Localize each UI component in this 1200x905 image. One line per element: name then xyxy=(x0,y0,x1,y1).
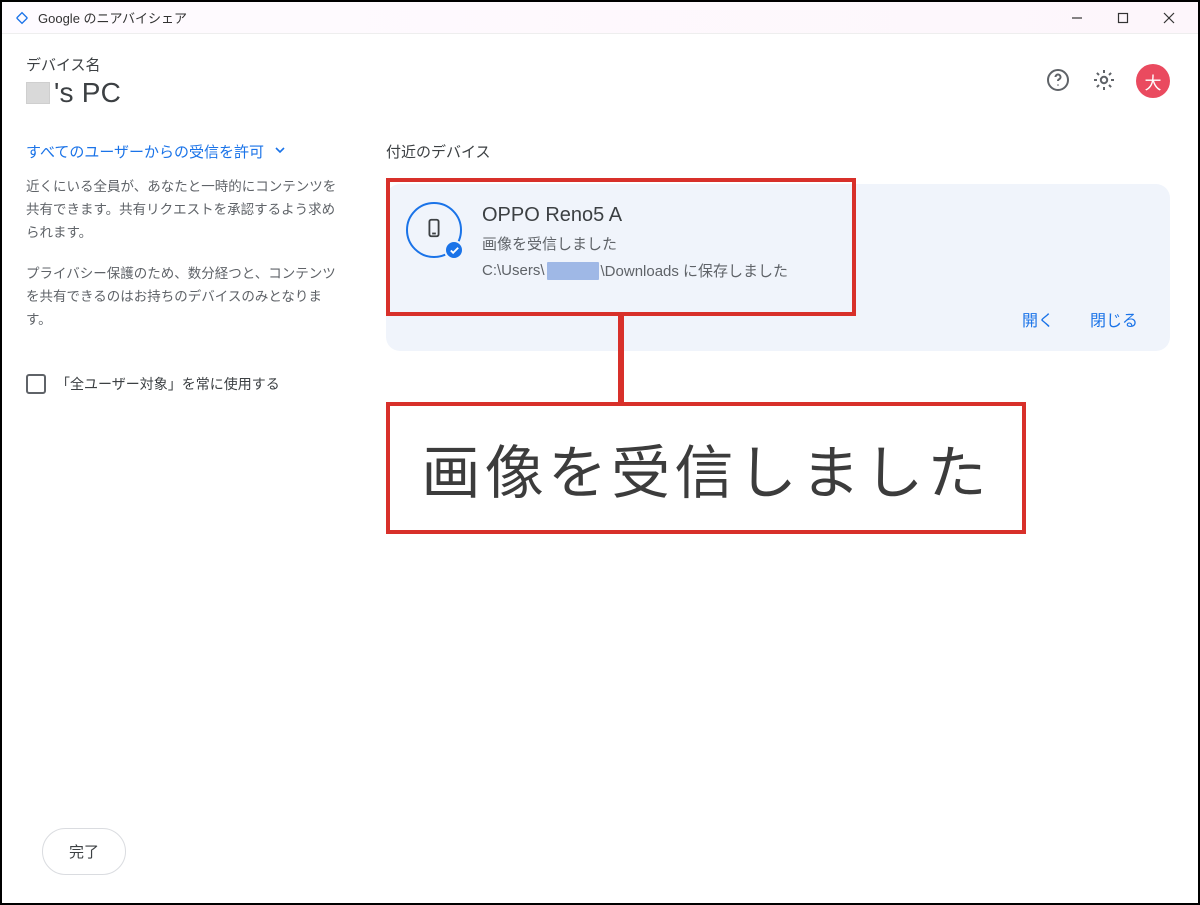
path-prefix: C:\Users\ xyxy=(482,262,545,279)
chevron-down-icon xyxy=(274,143,286,160)
redacted-name xyxy=(26,82,50,104)
device-card: OPPO Reno5 A 画像を受信しました C:\Users\ \Downlo… xyxy=(386,184,1170,351)
settings-button[interactable] xyxy=(1090,67,1118,95)
header: デバイス名 's PC 大 xyxy=(2,34,1198,117)
checkbox-icon xyxy=(26,374,46,394)
annotation-zoom-text: 画像を受信しました xyxy=(421,426,990,510)
main-content: 付近のデバイス xyxy=(386,141,1170,812)
done-button[interactable]: 完了 xyxy=(42,828,126,875)
avatar-initial: 大 xyxy=(1145,69,1162,94)
path-suffix: \Downloads に保存しました xyxy=(601,260,789,281)
open-button[interactable]: 開く xyxy=(1022,307,1054,331)
visibility-description-1: 近くにいる全員が、あなたと一時的にコンテンツを共有できます。共有リクエストを承認… xyxy=(26,176,346,245)
maximize-button[interactable] xyxy=(1100,2,1146,34)
checkbox-label: 「全ユーザー対象」を常に使用する xyxy=(56,374,280,394)
device-name-label: デバイス名 xyxy=(26,54,121,75)
app-window: Google のニアバイシェア デバイス名 's PC xyxy=(2,2,1198,903)
visibility-description-2: プライバシー保護のため、数分経つと、コンテンツを共有できるのはお持ちのデバイスの… xyxy=(26,263,346,332)
footer: 完了 xyxy=(2,828,1198,903)
visibility-label: すべてのユーザーからの受信を許可 xyxy=(26,141,264,162)
close-button[interactable] xyxy=(1146,2,1192,34)
visibility-dropdown[interactable]: すべてのユーザーからの受信を許可 xyxy=(26,141,346,162)
window-title: Google のニアバイシェア xyxy=(38,8,187,27)
sidebar: すべてのユーザーからの受信を許可 近くにいる全員が、あなたと一時的にコンテンツを… xyxy=(26,141,346,812)
device-name: 's PC xyxy=(26,77,121,109)
app-icon xyxy=(14,10,30,26)
device-card-status: 画像を受信しました xyxy=(482,233,788,254)
check-icon xyxy=(444,240,464,260)
redacted-username xyxy=(547,262,599,280)
device-card-path: C:\Users\ \Downloads に保存しました xyxy=(482,260,788,281)
titlebar: Google のニアバイシェア xyxy=(2,2,1198,34)
minimize-button[interactable] xyxy=(1054,2,1100,34)
close-card-button[interactable]: 閉じる xyxy=(1090,307,1138,331)
annotation-zoom-box: 画像を受信しました xyxy=(386,402,1026,534)
help-button[interactable] xyxy=(1044,67,1072,95)
device-name-text: 's PC xyxy=(54,77,121,109)
nearby-devices-label: 付近のデバイス xyxy=(386,141,1170,162)
help-icon xyxy=(1046,68,1070,95)
gear-icon xyxy=(1092,68,1116,95)
phone-icon xyxy=(423,217,445,244)
device-icon xyxy=(406,202,462,258)
avatar[interactable]: 大 xyxy=(1136,64,1170,98)
always-everyone-checkbox[interactable]: 「全ユーザー対象」を常に使用する xyxy=(26,374,346,394)
device-card-name: OPPO Reno5 A xyxy=(482,204,788,227)
